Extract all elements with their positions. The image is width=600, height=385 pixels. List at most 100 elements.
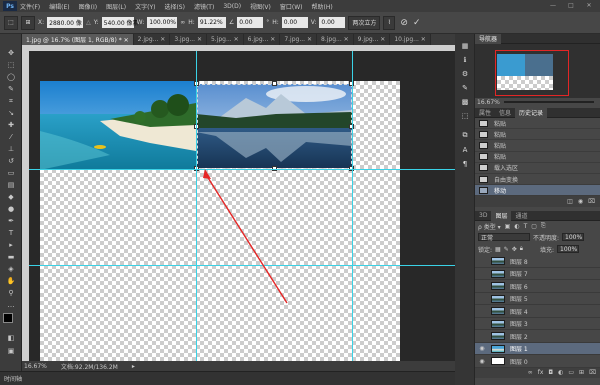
eyedropper-tool-icon[interactable]: ↘: [4, 108, 18, 118]
menu-filter[interactable]: 滤镜(T): [194, 2, 214, 11]
link-icon[interactable]: ∞: [180, 19, 185, 26]
w-field[interactable]: 100.00%: [147, 17, 178, 28]
foreground-color-swatch[interactable]: [3, 313, 13, 323]
layer-row[interactable]: 图层 7: [475, 268, 600, 281]
status-menu-icon[interactable]: ▸: [132, 363, 135, 370]
link-layers-icon[interactable]: ∞: [528, 369, 533, 376]
history-brush-icon[interactable]: ↺: [4, 156, 18, 166]
lock-paint-icon[interactable]: ✎: [504, 246, 509, 253]
doc-tab-8[interactable]: 8.jpg... ✕: [317, 34, 354, 45]
navigator-preview[interactable]: [475, 44, 600, 98]
camera-icon[interactable]: ◉: [578, 198, 583, 205]
fill-field[interactable]: 100%: [557, 245, 579, 254]
tool-preset-panel-icon[interactable]: ⬚: [458, 110, 472, 121]
warp-mode-icon[interactable]: ⌇: [383, 15, 396, 30]
layer-row[interactable]: ◉ 图层 0: [475, 355, 600, 368]
pen-tool-icon[interactable]: ✒: [4, 216, 18, 226]
clone-source-panel-icon[interactable]: ⧉: [458, 130, 472, 141]
layer-row[interactable]: 图层 5: [475, 293, 600, 306]
history-tab[interactable]: 历史记录: [515, 107, 548, 118]
marquee-tool-icon[interactable]: ⬚: [4, 60, 18, 70]
brush-panel-icon[interactable]: ✎: [458, 82, 472, 93]
adjust-panel-icon[interactable]: ⚙: [458, 68, 472, 79]
history-item[interactable]: 粘贴: [475, 118, 600, 130]
h-field[interactable]: 91.22%: [197, 17, 226, 28]
menu-type[interactable]: 文字(Y): [135, 2, 155, 11]
layer-row-selected[interactable]: ◉ 图层 1: [475, 342, 600, 356]
healing-tool-icon[interactable]: ✚: [4, 120, 18, 130]
hand-tool-icon[interactable]: ✋: [4, 276, 18, 286]
blur-tool-icon[interactable]: ◆: [4, 192, 18, 202]
history-panel-icon[interactable]: ▦: [458, 40, 472, 51]
commit-transform-icon[interactable]: ✓: [413, 18, 421, 28]
filter-shape-icon[interactable]: ▢: [531, 223, 537, 230]
h-skew-field[interactable]: 0.00: [281, 17, 308, 28]
layer-row[interactable]: 图层 6: [475, 280, 600, 293]
info-panel-icon[interactable]: ℹ: [458, 54, 472, 65]
doc-tab-1[interactable]: 1.jpg @ 16.7% (图层 1, RGB/8) * ✕: [22, 34, 134, 45]
history-item[interactable]: 粘贴: [475, 129, 600, 141]
menu-select[interactable]: 选择(S): [164, 2, 185, 11]
interpolation-select[interactable]: 两次立方: [348, 15, 381, 30]
relative-position-icon[interactable]: △: [86, 19, 91, 26]
layers-tab[interactable]: 图层: [491, 210, 512, 221]
paragraph-panel-icon[interactable]: ¶: [458, 158, 472, 169]
filter-adjust-icon[interactable]: ◐: [514, 223, 519, 230]
doc-tab-2[interactable]: 2.jpg... ✕: [133, 34, 171, 45]
screen-mode-icon[interactable]: ▣: [4, 346, 18, 356]
menu-window[interactable]: 窗口(W): [280, 2, 303, 11]
x-field[interactable]: 2880.00 像: [47, 17, 84, 28]
path-select-tool-icon[interactable]: ▸: [4, 240, 18, 250]
timeline-tab[interactable]: 时间轴: [4, 374, 22, 383]
properties-tab[interactable]: 属性: [475, 108, 495, 118]
channels-tab[interactable]: 通道: [511, 211, 531, 221]
stamp-tool-icon[interactable]: ⊥: [4, 144, 18, 154]
lock-pixels-icon[interactable]: ▦: [495, 246, 501, 253]
close-button[interactable]: ✕: [582, 1, 596, 10]
y-field[interactable]: 540.00 像素: [101, 17, 139, 28]
angle-field[interactable]: 0.00: [237, 17, 264, 28]
layer-style-icon[interactable]: fx: [538, 369, 544, 376]
dodge-tool-icon[interactable]: ●: [4, 204, 18, 214]
doc-tab-3[interactable]: 3.jpg... ✕: [170, 34, 207, 45]
doc-tab-9[interactable]: 9.jpg... ✕: [353, 34, 391, 45]
history-item[interactable]: 粘贴: [475, 140, 600, 152]
filter-image-icon[interactable]: ▣: [505, 223, 511, 230]
layer-row[interactable]: 图层 8: [475, 255, 600, 268]
eraser-tool-icon[interactable]: ▭: [4, 168, 18, 178]
navigator-view-box[interactable]: [495, 50, 569, 96]
menu-image[interactable]: 图像(I): [79, 2, 97, 11]
navigator-tab[interactable]: 导航器: [475, 33, 502, 44]
gradient-tool-icon[interactable]: ▤: [4, 180, 18, 190]
reference-point-icon[interactable]: ⊞: [21, 15, 35, 30]
vertical-ruler[interactable]: [22, 51, 29, 361]
menu-help[interactable]: 帮助(H): [312, 2, 333, 11]
quick-mask-icon[interactable]: ◧: [4, 333, 18, 343]
kind-filter-icon[interactable]: ρ 类型 ▾: [478, 222, 501, 231]
swatches-panel-icon[interactable]: ▩: [458, 96, 472, 107]
navigator-zoom-value[interactable]: 16.67%: [477, 99, 500, 106]
menu-file[interactable]: 文件(F): [20, 2, 40, 11]
lock-move-icon[interactable]: ✥: [512, 246, 517, 253]
layer-row[interactable]: 图层 4: [475, 305, 600, 318]
crop-tool-icon[interactable]: ⌗: [4, 96, 18, 106]
tool-preset-icon[interactable]: ⬚: [4, 15, 18, 30]
doc-tab-7[interactable]: 7.jpg... ✕: [280, 34, 317, 45]
menu-edit[interactable]: 编辑(E): [49, 2, 69, 11]
quick-select-tool-icon[interactable]: ✎: [4, 84, 18, 94]
menu-view[interactable]: 视图(V): [250, 2, 271, 11]
snapshot-icon[interactable]: ◫: [567, 198, 573, 205]
more-tools-icon[interactable]: …: [4, 300, 18, 310]
adjustment-layer-icon[interactable]: ◐: [558, 369, 563, 376]
doc-tab-6[interactable]: 6.jpg... ✕: [243, 34, 281, 45]
filter-smart-icon[interactable]: ⎘: [541, 222, 546, 230]
3d-tool-icon[interactable]: ◈: [4, 264, 18, 274]
doc-tab-10[interactable]: 10.jpg... ✕: [390, 34, 431, 45]
lasso-tool-icon[interactable]: ◯: [4, 72, 18, 82]
new-group-icon[interactable]: ▭: [568, 369, 574, 376]
blend-mode-select[interactable]: 正常: [478, 233, 530, 242]
v-skew-field[interactable]: 0.00: [319, 17, 346, 28]
opacity-field[interactable]: 100%: [562, 233, 585, 242]
shape-tool-icon[interactable]: ▬: [4, 252, 18, 262]
move-tool-icon[interactable]: ✥: [4, 48, 18, 58]
